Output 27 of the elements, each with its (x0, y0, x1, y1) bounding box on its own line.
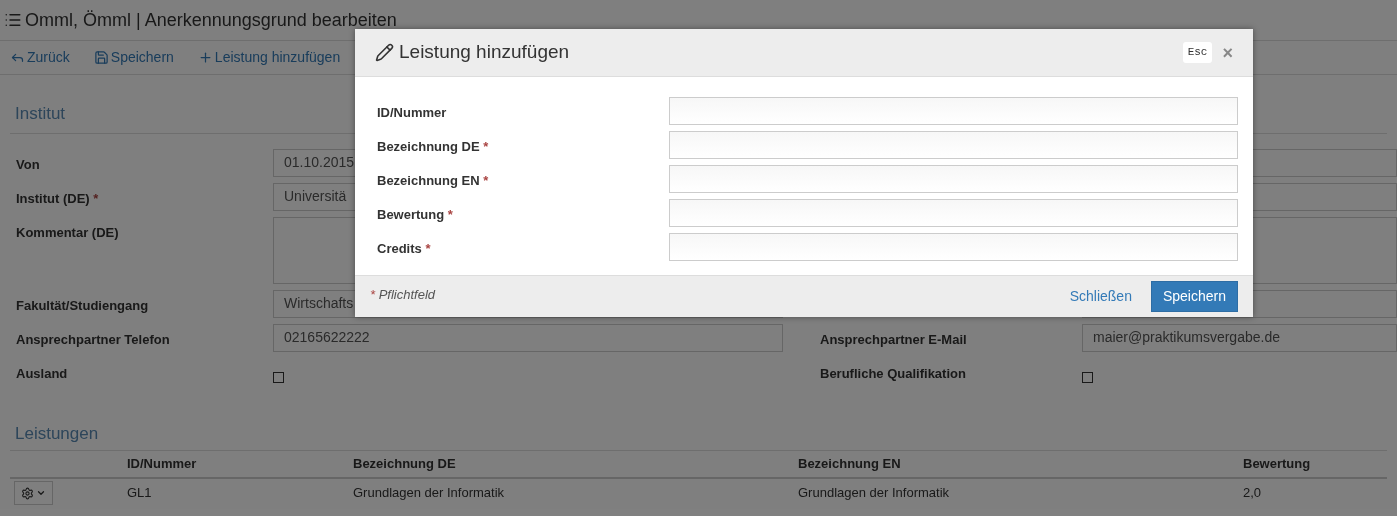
field-label: Kommentar (DE) (16, 224, 119, 240)
column-header: Bezeichnung DE (353, 455, 456, 474)
field-label: Ansprechpartner E-Mail (820, 331, 967, 347)
field-label: Ansprechpartner Telefon (16, 331, 170, 347)
field-label: Institut (DE) * (16, 190, 99, 206)
keyboard-key: Esc (1182, 42, 1213, 63)
field-label: Bezeichnung DE * (377, 139, 489, 154)
field-label: Von (16, 156, 40, 172)
field-label: Bezeichnung EN * (377, 173, 489, 188)
required-field-note: * Pflichtfeld (370, 286, 437, 304)
table-cell-text: 2,0 (1243, 484, 1262, 503)
field-label: Credits * (377, 241, 431, 256)
section-heading: Leistungen (15, 423, 99, 443)
field-label: Bewertung * (377, 207, 453, 222)
column-header: Bezeichnung EN (798, 455, 901, 474)
column-header: Bewertung (1243, 455, 1311, 474)
table-cell-text: Grundlagen der Informatik (353, 484, 505, 503)
field-label: Fakultät/Studiengang (16, 297, 149, 313)
field-label: Berufliche Qualifikation (820, 365, 966, 381)
column-header: ID/Nummer (127, 455, 197, 474)
table-cell-text: Grundlagen der Informatik (798, 484, 950, 503)
table-cell-text: GL1 (127, 484, 152, 503)
field-label: ID/Nummer (377, 105, 447, 120)
section-heading: Institut (15, 104, 66, 123)
modal-title: Leistung hinzufügen (399, 40, 571, 65)
field-label: Ausland (16, 365, 68, 381)
page-title: Omml, Ömml | Anerkennungsgrund bearbeiten (25, 8, 397, 32)
